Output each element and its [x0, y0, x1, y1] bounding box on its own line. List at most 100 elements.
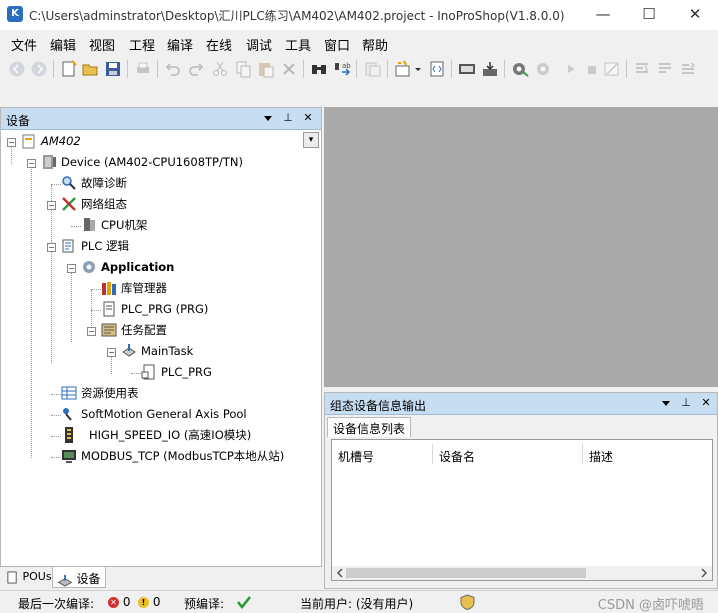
- error-count[interactable]: ✕ 0: [108, 595, 130, 609]
- menu-edit[interactable]: 编辑: [50, 35, 76, 54]
- redo-icon[interactable]: [187, 60, 205, 78]
- device-tree: − − − − − − − AM402 Device (AM402-CPU160…: [1, 132, 321, 568]
- horizontal-scrollbar[interactable]: [332, 566, 712, 580]
- cut-icon[interactable]: [211, 60, 229, 78]
- panel-menu-icon[interactable]: [659, 400, 673, 408]
- undo-icon[interactable]: [164, 60, 182, 78]
- reset-icon[interactable]: [583, 60, 601, 78]
- security-shield-icon[interactable]: [460, 594, 475, 610]
- menu-build[interactable]: 编译: [167, 35, 193, 54]
- device-panel: 设备 ⊥ ✕ ▾ − − − − − − − AM402 Device (AM4…: [0, 107, 322, 567]
- current-user: 当前用户: (没有用户): [300, 597, 414, 611]
- plc-logic-icon: [62, 239, 74, 253]
- stop-icon[interactable]: [562, 60, 580, 78]
- scroll-left-icon[interactable]: [334, 566, 346, 580]
- menu-project[interactable]: 工程: [129, 35, 155, 54]
- login-icon[interactable]: [481, 60, 499, 78]
- collapse-toggle[interactable]: −: [27, 159, 36, 168]
- reset-origin-icon[interactable]: [603, 60, 621, 78]
- open-icon[interactable]: [82, 60, 100, 78]
- output-panel-title: 组态设备信息输出: [330, 399, 427, 413]
- print-icon[interactable]: [134, 60, 152, 78]
- download-icon[interactable]: [458, 60, 476, 78]
- tree-item-diagnostics[interactable]: 故障诊断: [61, 175, 127, 195]
- find-icon[interactable]: [310, 60, 328, 78]
- status-bar: 最后一次编译: ✕ 0 ! 0 预编译: 当前用户: (没有用户) CSDN @…: [0, 590, 718, 613]
- delete-icon[interactable]: [280, 60, 298, 78]
- tree-item-plc-prg-call[interactable]: PLC_PRG: [141, 364, 212, 384]
- tree-item-plc-logic[interactable]: PLC 逻辑: [61, 238, 129, 258]
- tree-item-device[interactable]: Device (AM402-CPU1608TP/TN): [41, 154, 243, 174]
- tree-item-library-manager[interactable]: 库管理器: [101, 280, 167, 300]
- run-icon[interactable]: [534, 60, 552, 78]
- last-compile-label: 最后一次编译:: [18, 597, 95, 611]
- tree-item-resource-usage[interactable]: 资源使用表: [61, 385, 139, 405]
- menu-file[interactable]: 文件: [11, 35, 37, 54]
- tab-pous[interactable]: POUs: [2, 567, 56, 588]
- collapse-toggle[interactable]: −: [47, 201, 56, 210]
- menu-debug[interactable]: 调试: [246, 35, 272, 54]
- replace-icon[interactable]: ab: [333, 60, 351, 78]
- column-header-slot[interactable]: 机槽号: [338, 448, 374, 465]
- panel-menu-icon[interactable]: [261, 115, 275, 123]
- tree-item-task-config[interactable]: 任务配置: [101, 322, 167, 342]
- scroll-right-icon[interactable]: [698, 566, 710, 580]
- paste-icon[interactable]: [257, 60, 275, 78]
- collapse-toggle[interactable]: −: [87, 327, 96, 336]
- tree-item-plc-prg[interactable]: PLC_PRG (PRG): [101, 301, 208, 321]
- back-icon[interactable]: [8, 60, 26, 78]
- menu-view[interactable]: 视图: [89, 35, 115, 54]
- step-in-icon[interactable]: [633, 60, 651, 78]
- menu-bar: 文件 编辑 视图 工程 编译 在线 调试 工具 窗口 帮助: [0, 30, 718, 54]
- menu-help[interactable]: 帮助: [362, 35, 388, 54]
- tree-item-maintask[interactable]: MainTask: [121, 343, 193, 363]
- tree-item-project[interactable]: AM402: [21, 133, 81, 153]
- build-icon[interactable]: [394, 60, 412, 78]
- copy-icon[interactable]: [234, 60, 252, 78]
- tree-item-network-config[interactable]: 网络组态: [61, 196, 127, 216]
- diagnostics-icon: [62, 176, 76, 190]
- warning-count[interactable]: ! 0: [138, 595, 160, 609]
- device-info-grid: 机槽号 设备名 描述: [331, 439, 713, 581]
- tab-devices[interactable]: 设备: [52, 567, 106, 588]
- maximize-button[interactable]: ☐: [626, 0, 672, 30]
- menu-tools[interactable]: 工具: [285, 35, 311, 54]
- logout-icon[interactable]: [511, 60, 529, 78]
- tree-item-application[interactable]: Application: [81, 259, 174, 279]
- close-window-button[interactable]: ✕: [672, 0, 718, 30]
- forward-icon[interactable]: [30, 60, 48, 78]
- generate-code-icon[interactable]: [428, 60, 446, 78]
- collapse-toggle[interactable]: −: [67, 264, 76, 273]
- collapse-toggle[interactable]: −: [107, 348, 116, 357]
- panel-close-icon[interactable]: ✕: [301, 111, 315, 124]
- minimize-button[interactable]: —: [580, 0, 626, 30]
- network-config-icon: [62, 197, 76, 211]
- panel-pin-icon[interactable]: ⊥: [679, 396, 693, 409]
- step-out-icon[interactable]: [679, 60, 697, 78]
- menu-window[interactable]: 窗口: [324, 35, 350, 54]
- program-call-icon: [141, 364, 155, 380]
- menu-online[interactable]: 在线: [206, 35, 232, 54]
- column-header-device-name[interactable]: 设备名: [439, 448, 475, 465]
- output-panel-header: 组态设备信息输出 ⊥ ✕: [325, 393, 717, 415]
- tree-item-softmotion-pool[interactable]: SoftMotion General Axis Pool: [61, 406, 247, 426]
- checkmark-icon[interactable]: [236, 594, 252, 610]
- dropdown-icon[interactable]: [413, 60, 423, 78]
- save-icon[interactable]: [104, 60, 122, 78]
- tree-item-modbus-tcp[interactable]: MODBUS_TCP (ModbusTCP本地从站): [61, 448, 284, 468]
- scrollbar-thumb[interactable]: [346, 568, 586, 578]
- tree-item-cpu-rack[interactable]: CPU机架: [81, 217, 147, 237]
- tree-item-high-speed-io[interactable]: HIGH_SPEED_IO (高速IO模块): [61, 427, 251, 447]
- panel-pin-icon[interactable]: ⊥: [281, 111, 295, 124]
- device-panel-title: 设备: [6, 114, 31, 128]
- new-project-icon[interactable]: [60, 60, 78, 78]
- panel-close-icon[interactable]: ✕: [699, 396, 713, 409]
- column-header-description[interactable]: 描述: [589, 448, 613, 465]
- bookmark-icon[interactable]: [364, 60, 382, 78]
- step-over-icon[interactable]: [656, 60, 674, 78]
- tab-device-info-list[interactable]: 设备信息列表: [327, 417, 412, 437]
- window-title: C:\Users\adminstrator\Desktop\汇川PLC练习\AM…: [29, 9, 565, 23]
- collapse-toggle[interactable]: −: [7, 138, 16, 147]
- error-icon: ✕: [108, 597, 119, 608]
- collapse-toggle[interactable]: −: [47, 243, 56, 252]
